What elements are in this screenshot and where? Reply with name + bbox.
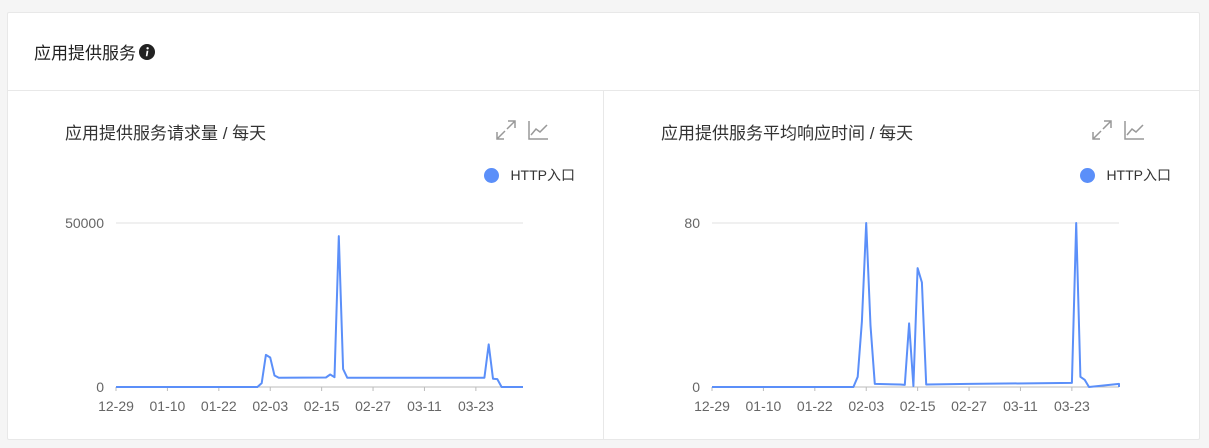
- x-tick-label: 03-23: [458, 398, 494, 414]
- y-tick-label: 0: [692, 379, 700, 395]
- x-tick-label: 01-10: [746, 398, 782, 414]
- card-header: 应用提供服务: [8, 13, 1199, 91]
- chart-panel-requests: 应用提供服务请求量 / 每天 HTTP入口 0 50000 12-29 01-10 01…: [8, 91, 604, 439]
- y-tick-label: 0: [96, 379, 104, 395]
- x-tick-label: 12-29: [98, 398, 134, 414]
- chart-panels: 应用提供服务请求量 / 每天 HTTP入口 0 50000 12-29 01-10 01…: [8, 91, 1199, 439]
- y-tick-label: 50000: [65, 215, 104, 231]
- x-tick-label: 03-11: [407, 398, 442, 414]
- x-tick-label: 03-11: [1003, 398, 1038, 414]
- series-line: [116, 235, 523, 388]
- chart-panel-response-time: 应用提供服务平均响应时间 / 每天 HTTP入口 0 80 12-29 01-10 01…: [604, 91, 1199, 439]
- card-title: 应用提供服务: [34, 44, 136, 63]
- x-tick-label: 02-15: [304, 398, 340, 414]
- x-tick-label: 01-22: [797, 398, 833, 414]
- x-tick-label: 02-03: [848, 398, 884, 414]
- response-time-line-chart: 0 80 12-29 01-10 01-22 02-03 02-15 02-27 03-11 03…: [684, 215, 1120, 414]
- x-tick-label: 01-10: [150, 398, 186, 414]
- x-tick-label: 02-03: [252, 398, 288, 414]
- x-tick-label: 02-15: [900, 398, 936, 414]
- x-tick-label: 12-29: [694, 398, 730, 414]
- series-line: [712, 222, 1120, 388]
- x-tick-label: 01-22: [201, 398, 237, 414]
- x-tick-label: 03-23: [1054, 398, 1090, 414]
- service-card: 应用提供服务 应用提供服务请求量 / 每天 HTTP入口 0 50000 12-29…: [7, 12, 1200, 440]
- x-tick-label: 02-27: [355, 398, 391, 414]
- y-tick-label: 80: [684, 215, 700, 231]
- x-tick-label: 02-27: [951, 398, 987, 414]
- requests-line-chart: 0 50000 12-29 01-10 01-22 02-03 02-15 02-27 03-1…: [65, 215, 523, 414]
- info-icon[interactable]: [139, 43, 155, 60]
